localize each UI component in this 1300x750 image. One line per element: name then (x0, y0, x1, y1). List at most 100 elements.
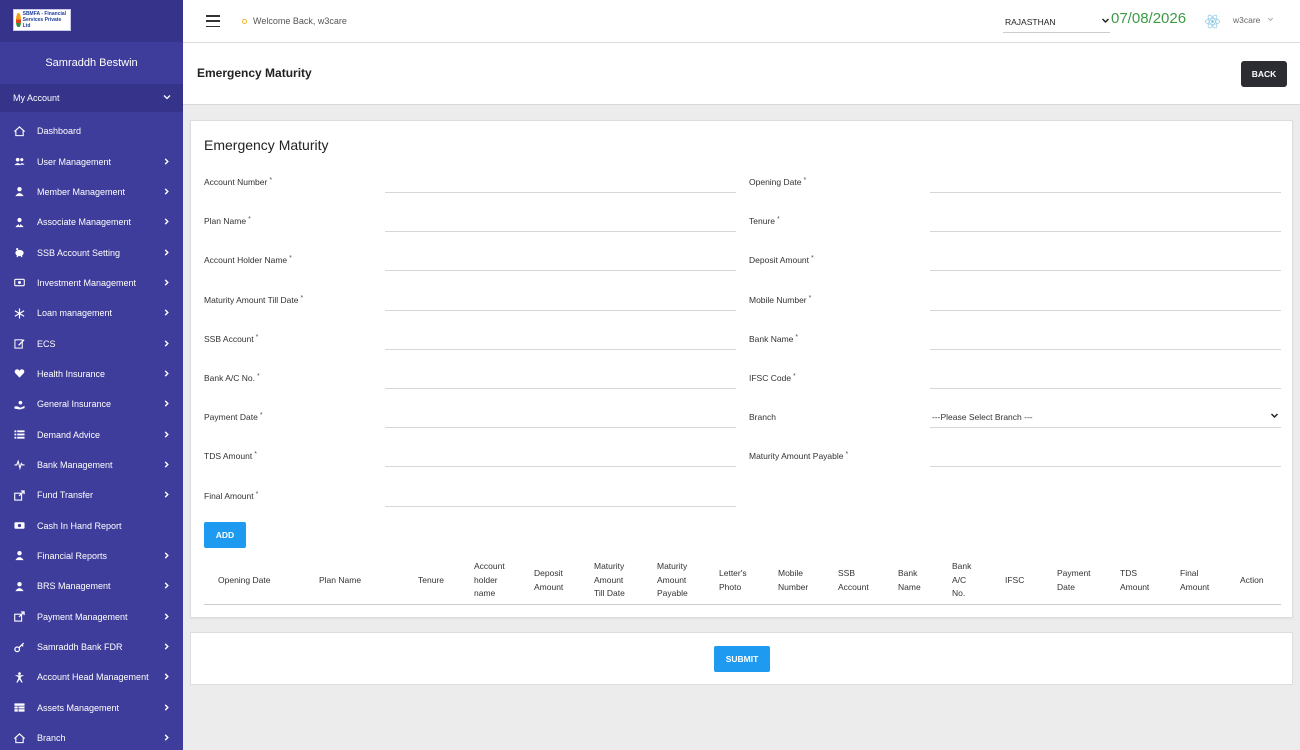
account-holder-name-label-text: Account Holder Name (204, 255, 288, 266)
sidebar-item-label: Bank Management (37, 459, 113, 470)
tds-amount-input[interactable] (385, 445, 736, 468)
required-marker: * (255, 333, 259, 341)
sidebar-item-label: Financial Reports (37, 550, 108, 561)
key-icon (12, 640, 26, 654)
branch-select-value: ---Please Select Branch --- (932, 411, 1033, 422)
required-marker: * (803, 177, 807, 184)
sidebar-item-payment-management[interactable]: Payment Management (0, 602, 183, 632)
column-header-deposit-amount: Deposit Amount (534, 556, 563, 605)
submit-button[interactable]: SUBMIT (714, 646, 770, 672)
payment-date-input[interactable] (385, 406, 736, 429)
sidebar-item-financial-reports[interactable]: Financial Reports (0, 541, 183, 571)
user-tie-icon (12, 215, 26, 229)
sidebar-item-assets-management[interactable]: Assets Management (0, 693, 183, 723)
sidebar-item-branch[interactable]: Branch (0, 723, 183, 750)
chevron-right-icon (163, 248, 171, 257)
bank-a-c-no-label-text: Bank A/C No. (204, 373, 256, 383)
bank-a-c-no-label: Bank A/C No. * (204, 373, 260, 383)
opening-date-input[interactable] (930, 171, 1281, 193)
sidebar-item-bank-management[interactable]: Bank Management (0, 450, 183, 480)
logo-text: SBMFA - Financial Services Private Ltd (22, 11, 67, 29)
required-marker: * (845, 451, 849, 459)
sidebar-item-loan-management[interactable]: Loan management (0, 298, 183, 328)
required-marker: * (257, 373, 260, 380)
sidebar-item-user-management[interactable]: User Management (0, 146, 183, 176)
sidebar-item-label: Loan management (37, 308, 113, 319)
maturity-amount-payable-label: Maturity Amount Payable * (749, 451, 848, 461)
ssb-account-input[interactable] (385, 327, 736, 350)
chevron-right-icon (163, 673, 171, 681)
bank-a-c-no-input[interactable] (385, 367, 736, 389)
chevron-right-icon (163, 309, 171, 317)
chevron-right-icon (163, 430, 171, 439)
state-select[interactable]: RAJASTHAN (1003, 11, 1110, 33)
maturity-amount-till-date-label: Maturity Amount Till Date * (204, 295, 303, 305)
ifsc-code-label: IFSC Code * (749, 373, 796, 383)
sidebar-item-general-insurance[interactable]: General Insurance (0, 389, 183, 419)
column-header-tds-amount: TDS Amount (1120, 556, 1149, 605)
state-value: RAJASTHAN (1005, 16, 1056, 27)
sidebar-item-label: Account Head Management (37, 672, 149, 683)
sidebar-item-ssb-account-setting[interactable]: SSB Account Setting (0, 237, 183, 267)
account-number-input[interactable] (385, 171, 736, 193)
column-header-line: Payment (1057, 568, 1091, 578)
ifsc-code-input[interactable] (930, 367, 1281, 389)
my-account-toggle[interactable]: My Account (0, 84, 183, 112)
sidebar-item-investment-management[interactable]: Investment Management (0, 268, 183, 298)
tenure-input[interactable] (930, 210, 1281, 233)
column-header-account-holder-name: Account holder name (474, 556, 505, 605)
sidebar-item-ecs[interactable]: ECS (0, 328, 183, 358)
sidebar-item-associate-management[interactable]: Associate Management (0, 207, 183, 237)
column-header-maturity-amount-payable: Maturity Amount Payable (657, 556, 688, 605)
company-logo[interactable]: SBMFA - Financial Services Private Ltd (13, 9, 71, 31)
sidebar-item-label: Member Management (37, 186, 126, 197)
table-icon (12, 701, 26, 715)
maturity-amount-payable-input[interactable] (930, 445, 1281, 468)
account-holder-name-input[interactable] (385, 249, 736, 272)
column-header-text: Account holder name (474, 560, 505, 601)
required-marker: * (254, 451, 257, 459)
column-header-text: TDS Amount (1120, 567, 1149, 594)
maturity-amount-till-date-input[interactable] (385, 288, 736, 311)
plan-name-input[interactable] (385, 210, 736, 233)
chevron-right-icon (163, 400, 171, 408)
user-menu[interactable]: w3care (1233, 15, 1274, 25)
sidebar-item-demand-advice[interactable]: Demand Advice (0, 419, 183, 449)
sidebar-item-account-head-management[interactable]: Account Head Management (0, 662, 183, 692)
column-header-line: Letter's (719, 568, 747, 578)
column-header-line: A/C (952, 574, 967, 585)
column-header-plan-name: Plan Name (319, 556, 361, 605)
welcome-message: Welcome Back, w3care (242, 16, 347, 26)
bank-name-input[interactable] (930, 327, 1281, 350)
back-button[interactable]: BACK (1241, 61, 1287, 87)
sidebar-item-cash-in-hand-report[interactable]: Cash In Hand Report (0, 510, 183, 540)
required-marker: * (269, 177, 273, 184)
sidebar-item-member-management[interactable]: Member Management (0, 177, 183, 207)
required-marker: * (808, 294, 812, 302)
sidebar-item-samraddh-bank-fdr[interactable]: Samraddh Bank FDR (0, 632, 183, 662)
column-header-line: Deposit (534, 568, 563, 578)
hamburger-menu-icon[interactable] (206, 15, 220, 27)
column-header-text: SSB Account (838, 567, 869, 594)
sidebar-item-brs-management[interactable]: BRS Management (0, 571, 183, 601)
column-header-text: Bank Name (898, 567, 921, 594)
mobile-number-input[interactable] (930, 288, 1281, 311)
account-number-label: Account Number * (204, 177, 272, 187)
ssb-account-label: SSB Account * (204, 334, 258, 344)
deposit-amount-input[interactable] (930, 249, 1281, 272)
column-header-line: Tenure (418, 574, 444, 585)
final-amount-input[interactable] (385, 484, 736, 507)
branch-select[interactable]: ---Please Select Branch --- (930, 406, 1281, 429)
user-icon (12, 579, 26, 593)
sidebar-item-fund-transfer[interactable]: Fund Transfer (0, 480, 183, 510)
account-holder-name-label: Account Holder Name * (204, 255, 292, 265)
sidebar-item-health-insurance[interactable]: Health Insurance (0, 359, 183, 389)
emergency-maturity-form: Emergency Maturity Account Number * Plan N… (190, 120, 1293, 618)
column-header-text: Mobile Number (778, 567, 808, 594)
add-button[interactable]: ADD (204, 522, 246, 548)
chevron-right-icon (163, 188, 171, 196)
branch-label-text: Branch (749, 412, 776, 423)
column-header-maturity-amount-till-date: Maturity Amount Till Date (594, 556, 625, 605)
person-arms-icon (12, 670, 26, 684)
sidebar-item-dashboard[interactable]: Dashboard (0, 116, 183, 146)
